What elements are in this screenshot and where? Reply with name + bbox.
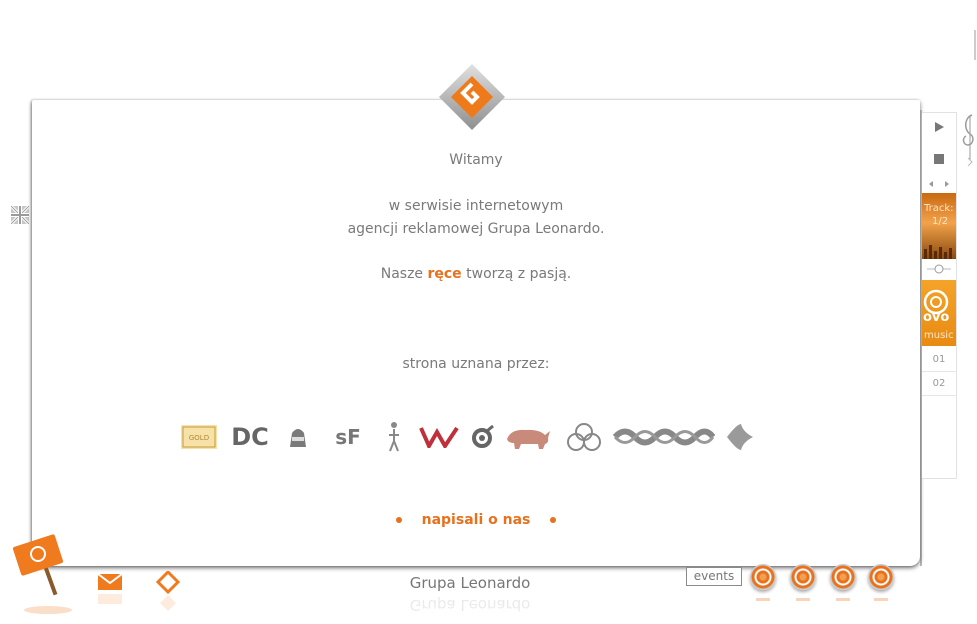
award-dc-label: DC <box>231 423 269 451</box>
nav-circle-button-4[interactable] <box>868 564 894 590</box>
award-dc-icon[interactable]: DC <box>228 420 272 454</box>
award-ornament-icon[interactable] <box>612 420 716 454</box>
circle-reflection <box>796 598 810 601</box>
bullet-right-icon <box>550 517 557 523</box>
slogan: Nasze ręce tworzą z pasją. <box>32 266 920 282</box>
ovo-label: ovo <box>923 310 950 325</box>
award-o-icon[interactable] <box>470 420 496 454</box>
decorative-shape-icon <box>970 30 977 60</box>
nav-circle-button-2[interactable] <box>790 564 816 590</box>
award-heads-icon[interactable] <box>285 420 311 454</box>
track-number: 1/2 <box>932 216 949 227</box>
circle-reflection <box>756 598 770 601</box>
events-button[interactable]: events <box>686 567 742 586</box>
award-sf-label: sF <box>335 425 361 449</box>
track-label: Track: <box>924 203 954 214</box>
g-logo-small-icon[interactable] <box>155 569 181 611</box>
play-icon[interactable] <box>922 121 956 136</box>
nav-circle-button-3[interactable] <box>830 564 856 590</box>
award-drop-icon[interactable] <box>722 420 758 454</box>
footer-title: Grupa Leonardo <box>409 574 531 592</box>
stop-icon[interactable] <box>922 153 956 167</box>
track-display: Track: 1/2 <box>922 193 956 259</box>
volume-slider[interactable] <box>922 263 956 278</box>
intro-line-1: w serwisie internetowym <box>388 198 564 214</box>
music-label: music <box>924 330 954 341</box>
awards-heading: strona uznana przez: <box>402 356 550 372</box>
prev-next-icon[interactable] <box>922 177 956 191</box>
award-figure-icon[interactable] <box>385 420 403 454</box>
bullet-left-icon <box>395 517 402 523</box>
playlist-item[interactable]: 01 <box>922 349 956 372</box>
equalizer-icon <box>924 245 952 259</box>
treble-clef-icon <box>960 110 977 170</box>
ovo-music-logo[interactable]: ovo music <box>922 280 956 346</box>
award-gold-icon[interactable]: GOLD <box>180 420 218 454</box>
main-card: Witamy w serwisie internetowym agencji r… <box>32 100 920 566</box>
uk-flag-icon[interactable] <box>9 204 31 226</box>
award-rhino-icon[interactable] <box>504 420 552 454</box>
greeting: Witamy <box>449 152 503 168</box>
nav-circle-button-1[interactable] <box>750 564 776 590</box>
music-player: Track: 1/2 ovo music 01 02 <box>922 112 957 479</box>
slogan-post: tworzą z pasją. <box>461 266 572 282</box>
svg-text:GOLD: GOLD <box>189 434 209 442</box>
napisali-link[interactable]: napisali o nas <box>32 512 920 528</box>
circle-reflection <box>836 598 850 601</box>
circle-reflection <box>874 598 888 601</box>
mail-icon[interactable] <box>97 572 125 612</box>
award-sf-icon[interactable]: sF <box>325 420 371 454</box>
award-w-icon[interactable] <box>418 420 460 454</box>
grupa-leonardo-logo[interactable] <box>437 62 507 132</box>
footer-title-reflection: Grupa Leonardo <box>409 596 531 614</box>
playlist-item[interactable]: 02 <box>922 373 956 396</box>
napisali-label[interactable]: napisali o nas <box>422 512 531 528</box>
slogan-pre: Nasze <box>380 266 428 282</box>
award-circles-icon[interactable] <box>566 420 602 454</box>
slogan-highlight: ręce <box>427 266 462 282</box>
intro-line-2: agencji reklamowej Grupa Leonardo. <box>347 221 605 237</box>
signpost-icon[interactable] <box>12 534 72 620</box>
